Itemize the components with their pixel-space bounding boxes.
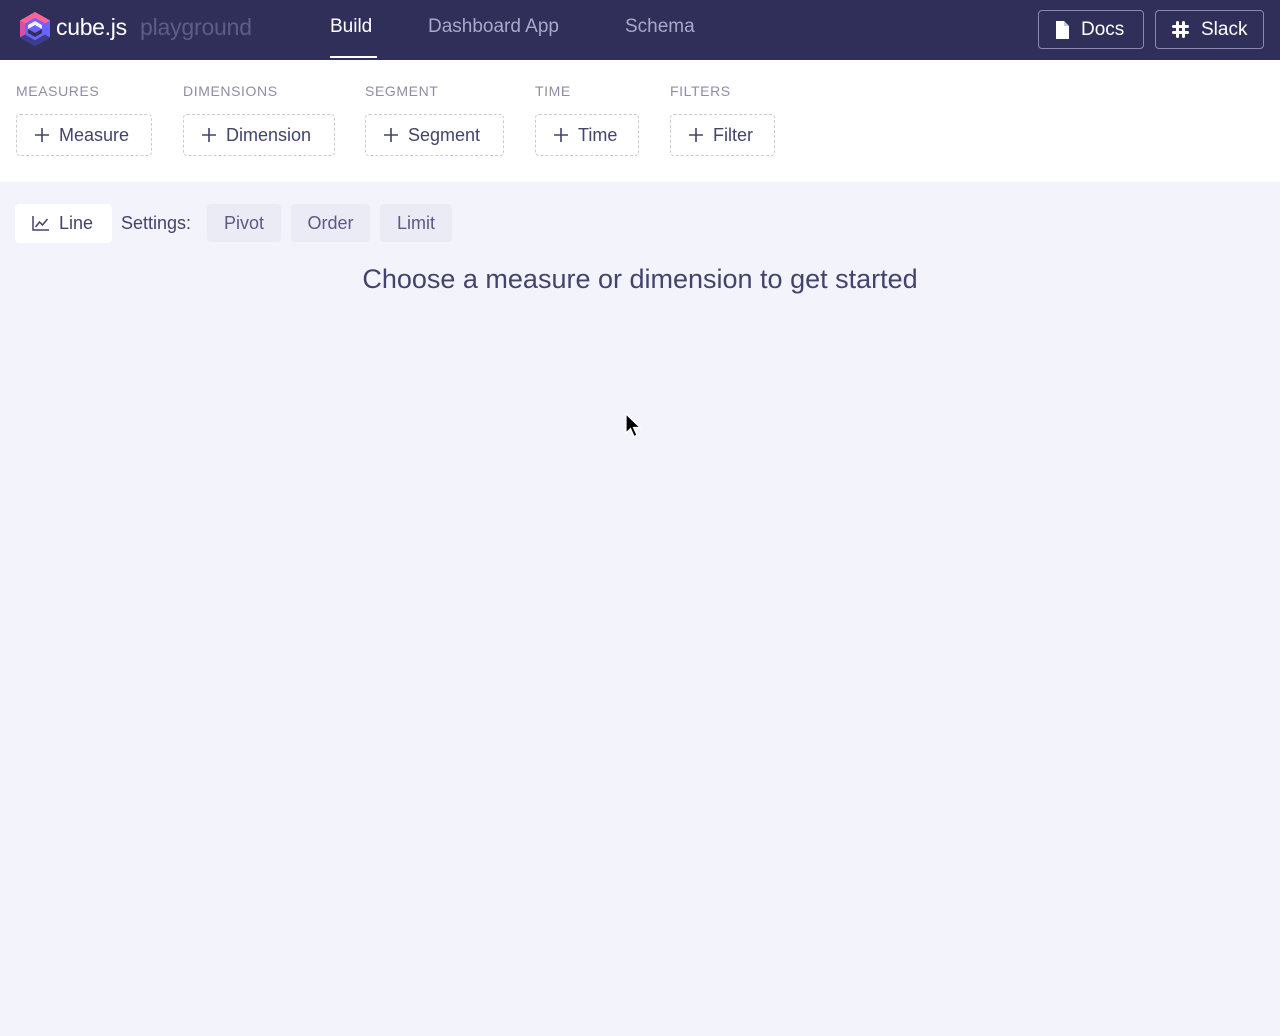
docs-button[interactable]: Docs xyxy=(1038,10,1144,49)
dimensions-group: DIMENSIONS Dimension xyxy=(183,83,335,156)
plus-icon xyxy=(35,128,49,142)
nav-build[interactable]: Build xyxy=(330,16,372,38)
dimensions-label: DIMENSIONS xyxy=(183,83,278,99)
time-group: TIME Time xyxy=(535,83,639,156)
nav-active-underline xyxy=(330,56,377,58)
chart-type-label: Line xyxy=(59,213,94,233)
add-filter-label: Filter xyxy=(713,124,753,145)
add-filter-button[interactable]: Filter xyxy=(670,114,775,156)
chart-type-dropdown[interactable]: Line xyxy=(15,204,112,243)
brand-subtitle: playground xyxy=(140,14,252,40)
plus-icon xyxy=(202,128,216,142)
top-navbar: cube.js playground Build Dashboard App S… xyxy=(0,0,1280,60)
docs-label: Docs xyxy=(1081,18,1125,40)
measures-group: MEASURES Measure xyxy=(16,83,152,156)
measures-label: MEASURES xyxy=(16,83,100,99)
slack-button[interactable]: Slack xyxy=(1155,10,1264,49)
document-icon xyxy=(1056,20,1069,39)
limit-button[interactable]: Limit xyxy=(380,204,452,242)
segment-group: SEGMENT Segment xyxy=(365,83,504,156)
plus-icon xyxy=(554,128,568,142)
empty-state-message: Choose a measure or dimension to get sta… xyxy=(362,264,918,294)
add-time-button[interactable]: Time xyxy=(535,114,639,156)
order-button[interactable]: Order xyxy=(291,204,370,242)
plus-icon xyxy=(384,128,398,142)
brand-name[interactable]: cube.js xyxy=(56,14,127,41)
cube-logo-icon[interactable] xyxy=(18,11,52,47)
mouse-cursor-icon xyxy=(625,413,642,438)
add-time-label: Time xyxy=(578,124,618,145)
pivot-button[interactable]: Pivot xyxy=(207,204,281,242)
settings-label: Settings: xyxy=(121,213,192,233)
add-measure-button[interactable]: Measure xyxy=(16,114,152,156)
query-builder-panel: MEASURES Measure DIMENSIONS Dimension SE… xyxy=(0,60,1280,182)
time-label: TIME xyxy=(535,83,571,99)
slack-label: Slack xyxy=(1201,18,1248,40)
nav-dashboard-app[interactable]: Dashboard App xyxy=(428,16,559,38)
add-measure-label: Measure xyxy=(59,124,130,145)
add-dimension-label: Dimension xyxy=(226,124,312,145)
plus-icon xyxy=(689,128,703,142)
filters-label: FILTERS xyxy=(670,83,731,99)
add-segment-label: Segment xyxy=(408,124,481,145)
line-chart-icon xyxy=(32,216,49,231)
segment-label: SEGMENT xyxy=(365,83,439,99)
add-dimension-button[interactable]: Dimension xyxy=(183,114,335,156)
add-segment-button[interactable]: Segment xyxy=(365,114,504,156)
slack-icon xyxy=(1172,21,1189,38)
nav-schema[interactable]: Schema xyxy=(625,16,695,38)
filters-group: FILTERS Filter xyxy=(670,83,775,156)
